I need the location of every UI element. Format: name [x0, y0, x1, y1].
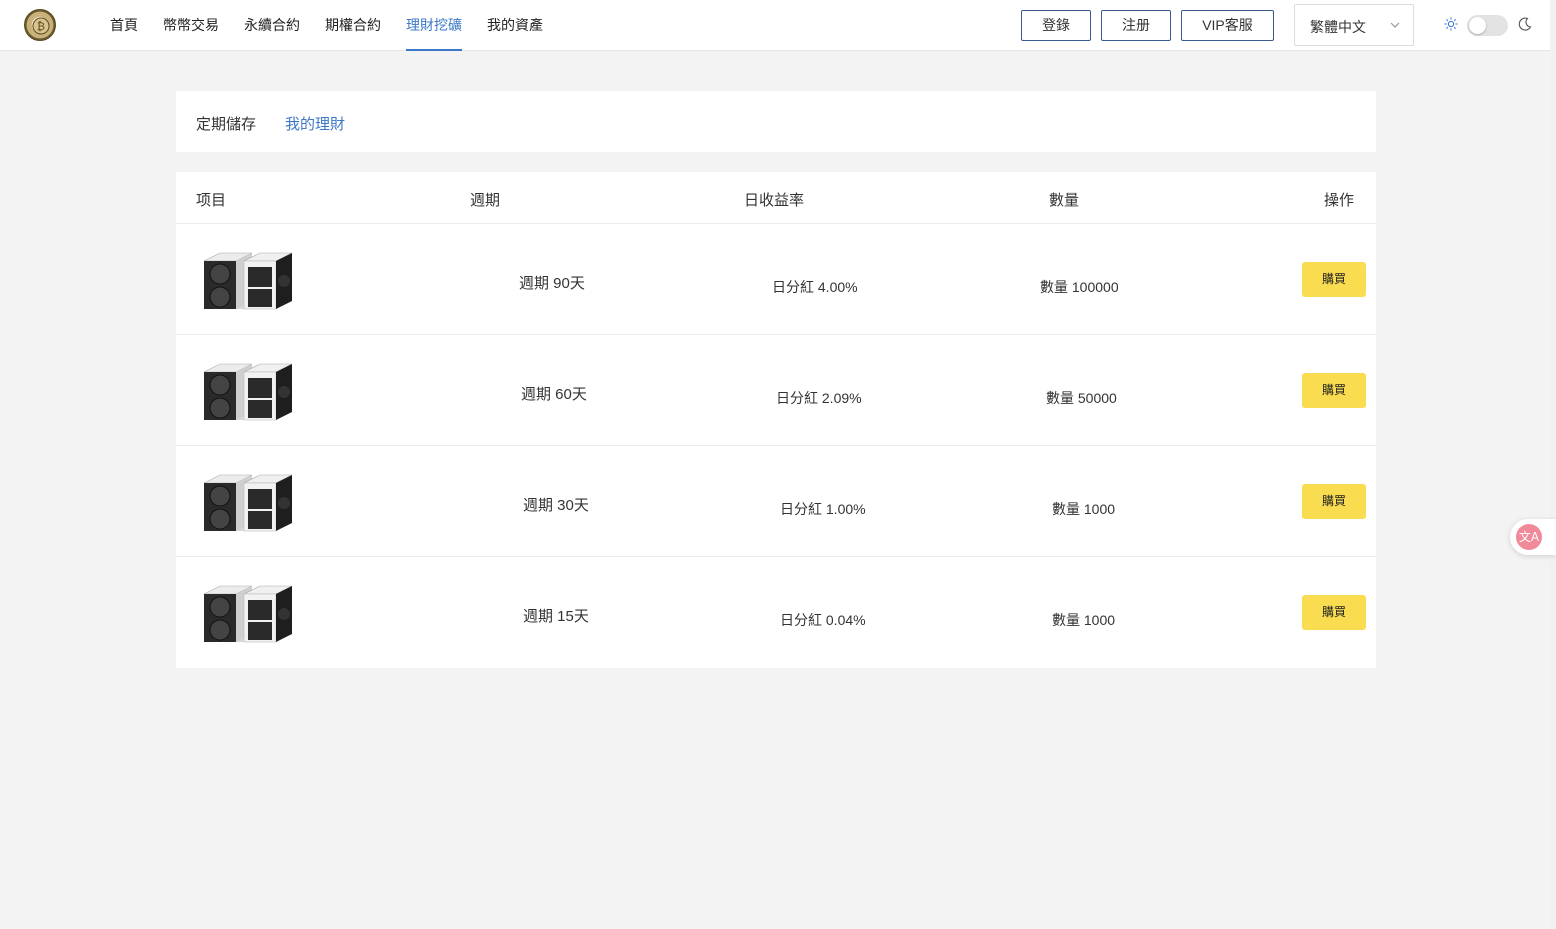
col-action: 操作	[1324, 192, 1355, 209]
mining-machine-image	[203, 474, 292, 532]
quantity-value: 數量 1000	[1052, 501, 1116, 517]
svg-text:₿: ₿	[37, 20, 45, 33]
quantity-value: 數量 1000	[1052, 612, 1116, 628]
main-nav: 首頁 幣幣交易 永續合約 期權合約 理財挖礦 我的資產	[110, 0, 568, 51]
moon-icon[interactable]	[1518, 17, 1532, 31]
quantity-value: 數量 50000	[1046, 390, 1117, 406]
col-quantity: 數量	[1049, 192, 1080, 209]
rate-value: 日分紅 1.00%	[780, 501, 866, 517]
period-value: 週期 90天	[519, 275, 585, 292]
toggle-knob	[1469, 17, 1486, 34]
rate-value: 日分紅 4.00%	[772, 279, 858, 295]
mining-machine-image	[203, 363, 292, 421]
vip-support-button[interactable]: VIP客服	[1181, 10, 1274, 41]
rate-value: 日分紅 2.09%	[776, 390, 862, 406]
chevron-down-icon	[1390, 22, 1400, 28]
mining-machine-image	[203, 585, 292, 643]
table-row: 週期 30天 日分紅 1.00% 數量 1000 購買	[176, 446, 1376, 557]
col-item: 项目	[196, 192, 227, 209]
login-button[interactable]: 登錄	[1021, 10, 1091, 41]
table-row: 週期 90天 日分紅 4.00% 數量 100000 購買	[176, 224, 1376, 335]
translate-icon: 文A	[1516, 524, 1542, 550]
floating-translate-widget[interactable]: 文A	[1510, 519, 1556, 555]
nav-perpetual-contract[interactable]: 永續合約	[244, 0, 300, 51]
products-table: 项目 週期 日收益率 數量 操作 週期 90天 日分紅 4.00% 數量 100…	[176, 172, 1376, 668]
tab-fixed-deposit[interactable]: 定期儲存	[196, 113, 256, 134]
bitcoin-icon: ₿	[32, 17, 50, 35]
nav-options-contract[interactable]: 期權合約	[325, 0, 381, 51]
sun-icon[interactable]	[1444, 17, 1458, 31]
scrollbar[interactable]	[1550, 0, 1556, 929]
nav-my-assets[interactable]: 我的資產	[487, 0, 543, 51]
period-value: 週期 60天	[521, 386, 587, 403]
logo[interactable]: ₿	[24, 9, 56, 41]
nav-spot-trading[interactable]: 幣幣交易	[163, 0, 219, 51]
register-button[interactable]: 注册	[1101, 10, 1171, 41]
rate-value: 日分紅 0.04%	[780, 612, 866, 628]
language-select[interactable]: 繁體中文	[1294, 4, 1414, 46]
table-header: 项目 週期 日收益率 數量 操作	[176, 172, 1376, 224]
period-value: 週期 15天	[523, 608, 589, 625]
table-row: 週期 15天 日分紅 0.04% 數量 1000 購買	[176, 557, 1376, 668]
buy-button[interactable]: 購買	[1302, 373, 1366, 408]
buy-button[interactable]: 購買	[1302, 595, 1366, 630]
nav-home[interactable]: 首頁	[110, 0, 138, 51]
col-rate: 日收益率	[744, 192, 805, 209]
tabs-card: 定期儲存 我的理財	[176, 91, 1376, 152]
theme-toggle[interactable]	[1467, 15, 1508, 36]
top-navbar: ₿ 首頁 幣幣交易 永續合約 期權合約 理財挖礦 我的資產 登錄 注册 VIP客…	[0, 0, 1550, 51]
tab-my-finance[interactable]: 我的理財	[285, 113, 345, 134]
period-value: 週期 30天	[523, 497, 589, 514]
col-period: 週期	[470, 192, 501, 209]
nav-financial-mining[interactable]: 理財挖礦	[406, 0, 462, 51]
buy-button[interactable]: 購買	[1302, 262, 1366, 297]
language-value: 繁體中文	[1310, 19, 1366, 35]
table-row: 週期 60天 日分紅 2.09% 數量 50000 購買	[176, 335, 1376, 446]
buy-button[interactable]: 購買	[1302, 484, 1366, 519]
mining-machine-image	[203, 252, 292, 310]
quantity-value: 數量 100000	[1040, 279, 1119, 295]
